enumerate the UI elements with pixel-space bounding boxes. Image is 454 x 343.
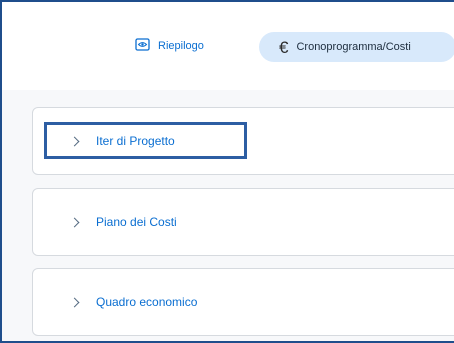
- tab-cronoprogramma-costi[interactable]: € Cronoprogramma/Costi: [259, 32, 454, 62]
- panel-header[interactable]: Iter di Progetto: [33, 108, 175, 174]
- eye-icon: [135, 38, 150, 54]
- tab-cronoprogramma-costi-label: Cronoprogramma/Costi: [296, 41, 411, 53]
- chevron-right-icon: [69, 297, 80, 307]
- tab-riepilogo[interactable]: Riepilogo: [135, 35, 204, 57]
- panel-title: Piano dei Costi: [96, 215, 177, 229]
- euro-icon: €: [279, 37, 289, 57]
- panel-title: Quadro economico: [96, 295, 198, 309]
- panel-piano-dei-costi[interactable]: Piano dei Costi: [32, 188, 454, 256]
- panel-iter-di-progetto[interactable]: Iter di Progetto: [32, 107, 454, 175]
- app-frame: Riepilogo € Cronoprogramma/Costi Iter di…: [0, 0, 454, 343]
- panel-title: Iter di Progetto: [96, 134, 175, 148]
- chevron-right-icon: [69, 217, 80, 227]
- tab-riepilogo-label: Riepilogo: [158, 40, 204, 52]
- panel-quadro-economico[interactable]: Quadro economico: [32, 268, 454, 336]
- chevron-right-icon: [69, 136, 80, 146]
- tab-bar: Riepilogo € Cronoprogramma/Costi: [2, 2, 454, 90]
- panel-header[interactable]: Piano dei Costi: [33, 189, 177, 255]
- panel-header[interactable]: Quadro economico: [33, 269, 197, 335]
